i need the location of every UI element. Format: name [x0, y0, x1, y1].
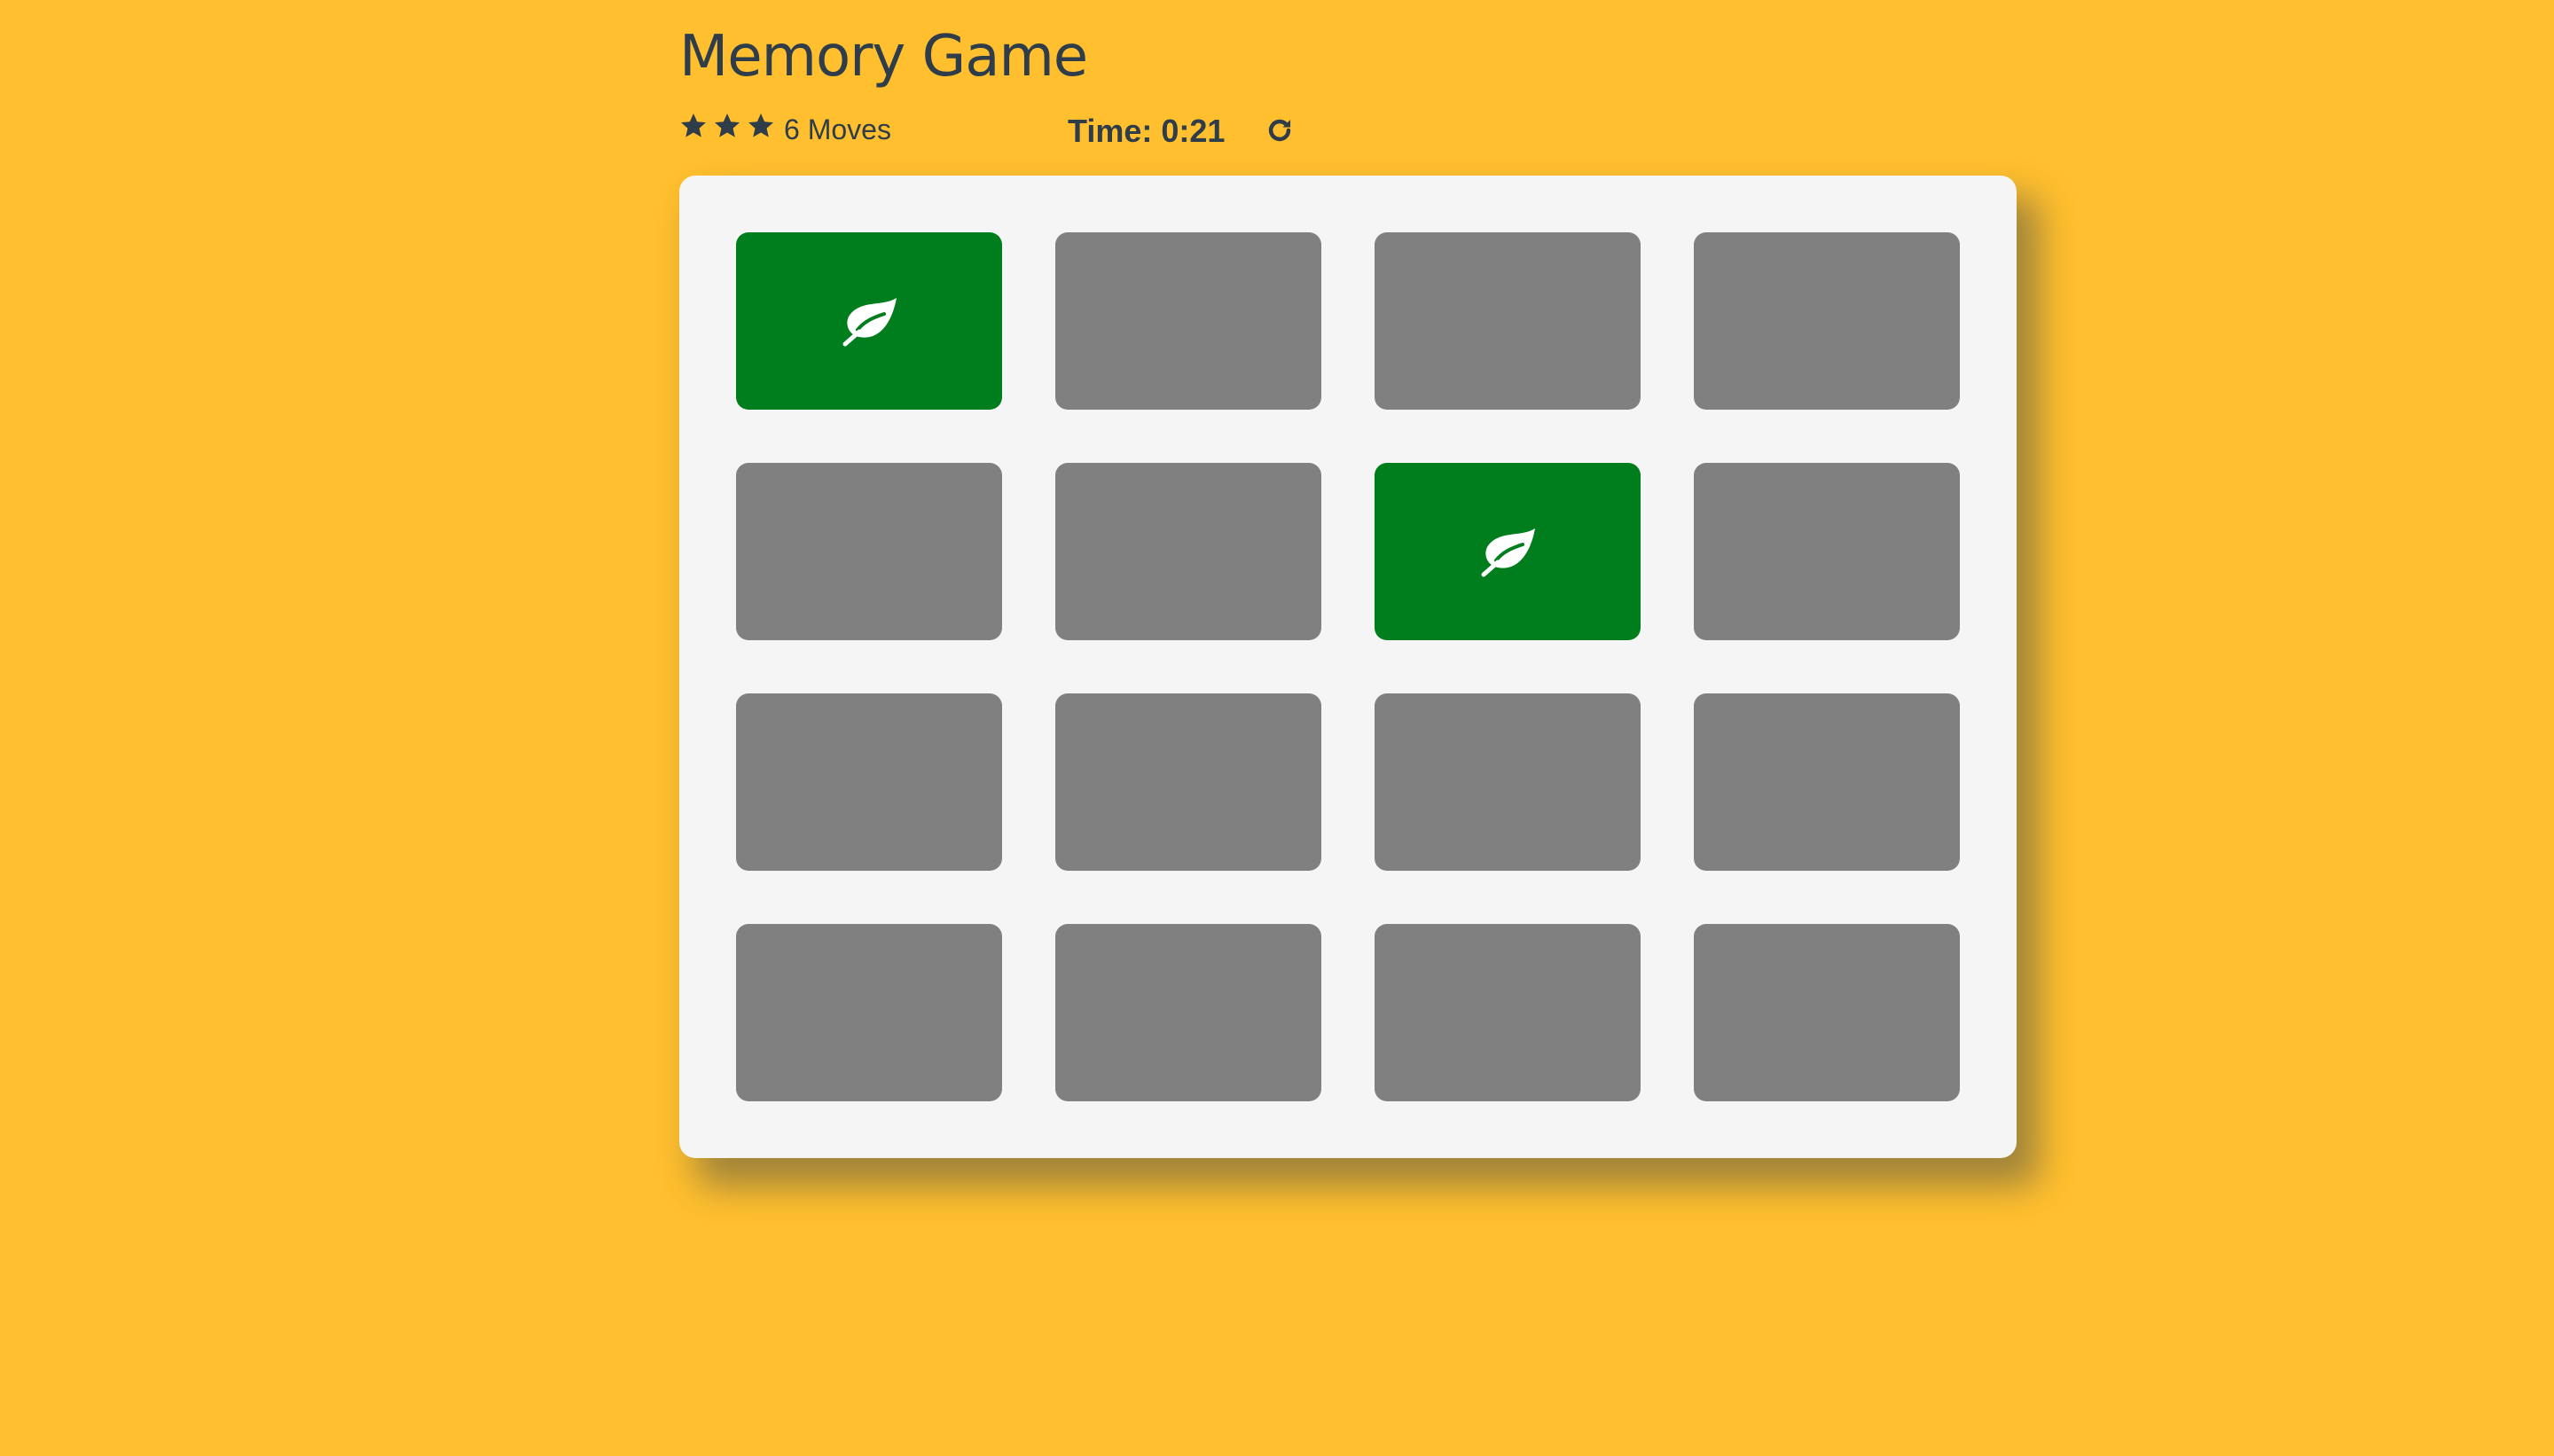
card[interactable]	[1055, 463, 1321, 640]
star-icon	[681, 114, 706, 137]
moves-counter: 6 Moves	[784, 114, 891, 145]
star-rating	[679, 112, 775, 140]
card[interactable]	[736, 463, 1002, 640]
card[interactable]	[1694, 693, 1960, 871]
star-icon	[748, 114, 773, 137]
card[interactable]	[736, 924, 1002, 1101]
restart-icon[interactable]	[1265, 115, 1295, 145]
card[interactable]	[1694, 924, 1960, 1101]
page-title: Memory Game	[679, 24, 1088, 90]
card[interactable]	[736, 232, 1002, 410]
card[interactable]	[1375, 463, 1641, 640]
card[interactable]	[1694, 463, 1960, 640]
leaf-icon	[1477, 525, 1539, 578]
leaf-icon	[838, 294, 900, 348]
card[interactable]	[1055, 693, 1321, 871]
card[interactable]	[1055, 924, 1321, 1101]
card[interactable]	[1694, 232, 1960, 410]
card[interactable]	[1375, 232, 1641, 410]
card[interactable]	[1375, 924, 1641, 1101]
card[interactable]	[1375, 693, 1641, 871]
star-icon	[715, 114, 740, 137]
card[interactable]	[1055, 232, 1321, 410]
score-panel: 6 Moves Time: 0:21	[679, 108, 1300, 156]
card[interactable]	[736, 693, 1002, 871]
card-deck	[679, 176, 2017, 1158]
timer: Time: 0:21	[1068, 113, 1226, 149]
